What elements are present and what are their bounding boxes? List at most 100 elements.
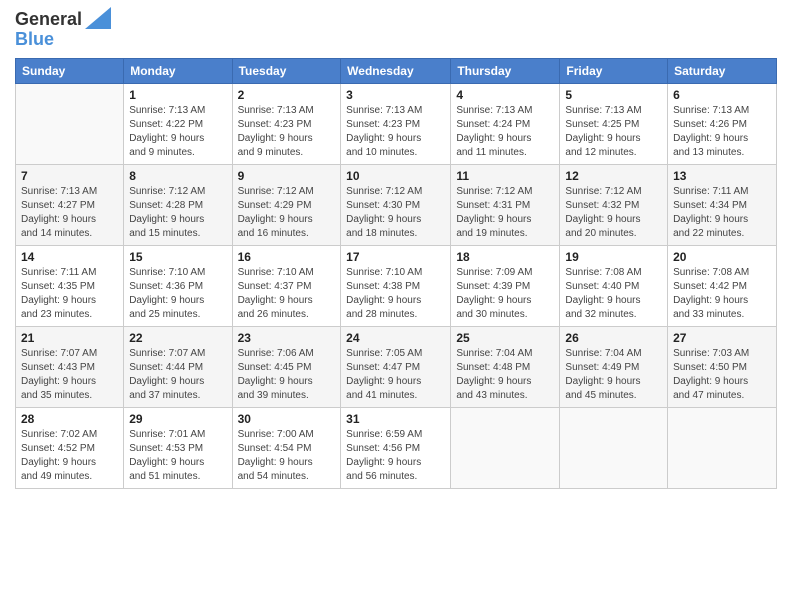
day-number: 3 xyxy=(346,88,445,102)
day-number: 15 xyxy=(129,250,226,264)
calendar-cell xyxy=(668,407,777,488)
day-number: 19 xyxy=(565,250,662,264)
day-number: 8 xyxy=(129,169,226,183)
day-number: 22 xyxy=(129,331,226,345)
calendar-cell: 25Sunrise: 7:04 AM Sunset: 4:48 PM Dayli… xyxy=(451,326,560,407)
day-number: 11 xyxy=(456,169,554,183)
day-number: 4 xyxy=(456,88,554,102)
day-info: Sunrise: 7:10 AM Sunset: 4:36 PM Dayligh… xyxy=(129,266,226,322)
day-number: 10 xyxy=(346,169,445,183)
calendar-cell: 12 Sunrise: 7:12 AM Sunset: 4:32 PM Dayli… xyxy=(560,164,668,245)
calendar-cell xyxy=(560,407,668,488)
weekday-header-thursday: Thursday xyxy=(451,58,560,83)
calendar-cell: 18 Sunrise: 7:09 AM Sunset: 4:39 PM Dayli… xyxy=(451,245,560,326)
day-info: Sunrise: 7:08 AM Sunset: 4:42 PM Dayligh… xyxy=(673,266,771,322)
day-number: 18 xyxy=(456,250,554,264)
day-info: Sunrise: 7:13 AM Sunset: 4:26 PM Dayligh… xyxy=(673,104,771,160)
day-info: Sunrise: 7:07 AM Sunset: 4:44 PM Dayligh… xyxy=(129,347,226,403)
calendar-cell: 2Sunrise: 7:13 AM Sunset: 4:23 PM Daylig… xyxy=(232,83,341,164)
day-info: Sunrise: 7:13 AM Sunset: 4:25 PM Dayligh… xyxy=(565,104,662,160)
day-info: Sunrise: 7:07 AM Sunset: 4:43 PM Dayligh… xyxy=(21,347,118,403)
calendar-cell: 16 Sunrise: 7:10 AM Sunset: 4:37 PM Dayli… xyxy=(232,245,341,326)
calendar-cell: 5 Sunrise: 7:13 AM Sunset: 4:25 PM Daylig… xyxy=(560,83,668,164)
calendar-cell: 22 Sunrise: 7:07 AM Sunset: 4:44 PM Dayli… xyxy=(124,326,232,407)
calendar-cell: 11 Sunrise: 7:12 AM Sunset: 4:31 PM Dayli… xyxy=(451,164,560,245)
calendar-cell xyxy=(451,407,560,488)
day-number: 28 xyxy=(21,412,118,426)
day-number: 2 xyxy=(238,88,336,102)
day-number: 6 xyxy=(673,88,771,102)
calendar-table: SundayMondayTuesdayWednesdayThursdayFrid… xyxy=(15,58,777,489)
calendar-cell: 27 Sunrise: 7:03 AM Sunset: 4:50 PM Dayli… xyxy=(668,326,777,407)
day-number: 7 xyxy=(21,169,118,183)
day-info: Sunrise: 7:09 AM Sunset: 4:39 PM Dayligh… xyxy=(456,266,554,322)
day-info: Sunrise: 7:00 AM Sunset: 4:54 PM Dayligh… xyxy=(238,428,336,484)
day-number: 5 xyxy=(565,88,662,102)
day-info: Sunrise: 7:04 AM Sunset: 4:48 PM Dayligh… xyxy=(456,347,554,403)
day-number: 1 xyxy=(129,88,226,102)
calendar-cell: 9Sunrise: 7:12 AM Sunset: 4:29 PM Daylig… xyxy=(232,164,341,245)
day-info: Sunrise: 7:02 AM Sunset: 4:52 PM Dayligh… xyxy=(21,428,118,484)
day-number: 12 xyxy=(565,169,662,183)
calendar-cell: 1 Sunrise: 7:13 AM Sunset: 4:22 PM Daylig… xyxy=(124,83,232,164)
calendar-cell: 17 Sunrise: 7:10 AM Sunset: 4:38 PM Dayli… xyxy=(341,245,451,326)
day-number: 24 xyxy=(346,331,445,345)
day-number: 20 xyxy=(673,250,771,264)
calendar-cell: 19 Sunrise: 7:08 AM Sunset: 4:40 PM Dayli… xyxy=(560,245,668,326)
weekday-header-sunday: Sunday xyxy=(16,58,124,83)
day-info: Sunrise: 7:12 AM Sunset: 4:32 PM Dayligh… xyxy=(565,185,662,241)
weekday-header-wednesday: Wednesday xyxy=(341,58,451,83)
day-number: 23 xyxy=(238,331,336,345)
calendar-cell: 20 Sunrise: 7:08 AM Sunset: 4:42 PM Dayli… xyxy=(668,245,777,326)
day-info: Sunrise: 7:06 AM Sunset: 4:45 PM Dayligh… xyxy=(238,347,336,403)
calendar-cell: 23 Sunrise: 7:06 AM Sunset: 4:45 PM Dayli… xyxy=(232,326,341,407)
day-number: 27 xyxy=(673,331,771,345)
calendar-cell: 29 Sunrise: 7:01 AM Sunset: 4:53 PM Dayli… xyxy=(124,407,232,488)
day-info: Sunrise: 7:12 AM Sunset: 4:29 PM Dayligh… xyxy=(238,185,336,241)
logo: General Blue xyxy=(15,10,111,50)
day-number: 29 xyxy=(129,412,226,426)
logo-icon xyxy=(85,7,111,29)
day-info: Sunrise: 7:12 AM Sunset: 4:30 PM Dayligh… xyxy=(346,185,445,241)
day-number: 13 xyxy=(673,169,771,183)
day-info: Sunrise: 7:10 AM Sunset: 4:38 PM Dayligh… xyxy=(346,266,445,322)
day-info: Sunrise: 7:13 AM Sunset: 4:22 PM Dayligh… xyxy=(129,104,226,160)
day-number: 17 xyxy=(346,250,445,264)
calendar-cell xyxy=(16,83,124,164)
logo-blue-text: Blue xyxy=(15,30,111,50)
day-info: Sunrise: 7:03 AM Sunset: 4:50 PM Dayligh… xyxy=(673,347,771,403)
calendar-cell: 13Sunrise: 7:11 AM Sunset: 4:34 PM Dayli… xyxy=(668,164,777,245)
weekday-header-tuesday: Tuesday xyxy=(232,58,341,83)
day-info: Sunrise: 7:12 AM Sunset: 4:31 PM Dayligh… xyxy=(456,185,554,241)
day-info: Sunrise: 7:13 AM Sunset: 4:23 PM Dayligh… xyxy=(346,104,445,160)
weekday-header-monday: Monday xyxy=(124,58,232,83)
day-number: 16 xyxy=(238,250,336,264)
day-info: Sunrise: 7:13 AM Sunset: 4:27 PM Dayligh… xyxy=(21,185,118,241)
calendar-cell: 15 Sunrise: 7:10 AM Sunset: 4:36 PM Dayli… xyxy=(124,245,232,326)
calendar-cell: 21Sunrise: 7:07 AM Sunset: 4:43 PM Dayli… xyxy=(16,326,124,407)
logo-text: General xyxy=(15,10,82,30)
day-number: 14 xyxy=(21,250,118,264)
calendar-cell: 7 Sunrise: 7:13 AM Sunset: 4:27 PM Daylig… xyxy=(16,164,124,245)
weekday-header-friday: Friday xyxy=(560,58,668,83)
day-number: 31 xyxy=(346,412,445,426)
page-container: General Blue SundayMondayTuesdayWednesda… xyxy=(0,0,792,612)
weekday-header-saturday: Saturday xyxy=(668,58,777,83)
day-number: 26 xyxy=(565,331,662,345)
calendar-cell: 26 Sunrise: 7:04 AM Sunset: 4:49 PM Dayli… xyxy=(560,326,668,407)
day-info: Sunrise: 7:01 AM Sunset: 4:53 PM Dayligh… xyxy=(129,428,226,484)
calendar-cell: 8Sunrise: 7:12 AM Sunset: 4:28 PM Daylig… xyxy=(124,164,232,245)
page-header: General Blue xyxy=(15,10,777,50)
calendar-cell: 30Sunrise: 7:00 AM Sunset: 4:54 PM Dayli… xyxy=(232,407,341,488)
calendar-cell: 4Sunrise: 7:13 AM Sunset: 4:24 PM Daylig… xyxy=(451,83,560,164)
calendar-cell: 3 Sunrise: 7:13 AM Sunset: 4:23 PM Daylig… xyxy=(341,83,451,164)
day-info: Sunrise: 7:11 AM Sunset: 4:35 PM Dayligh… xyxy=(21,266,118,322)
day-info: Sunrise: 7:04 AM Sunset: 4:49 PM Dayligh… xyxy=(565,347,662,403)
calendar-cell: 10 Sunrise: 7:12 AM Sunset: 4:30 PM Dayli… xyxy=(341,164,451,245)
day-info: Sunrise: 7:10 AM Sunset: 4:37 PM Dayligh… xyxy=(238,266,336,322)
calendar-cell: 31Sunrise: 6:59 AM Sunset: 4:56 PM Dayli… xyxy=(341,407,451,488)
calendar-cell: 6 Sunrise: 7:13 AM Sunset: 4:26 PM Daylig… xyxy=(668,83,777,164)
calendar-cell: 28 Sunrise: 7:02 AM Sunset: 4:52 PM Dayli… xyxy=(16,407,124,488)
day-info: Sunrise: 7:08 AM Sunset: 4:40 PM Dayligh… xyxy=(565,266,662,322)
day-info: Sunrise: 7:05 AM Sunset: 4:47 PM Dayligh… xyxy=(346,347,445,403)
